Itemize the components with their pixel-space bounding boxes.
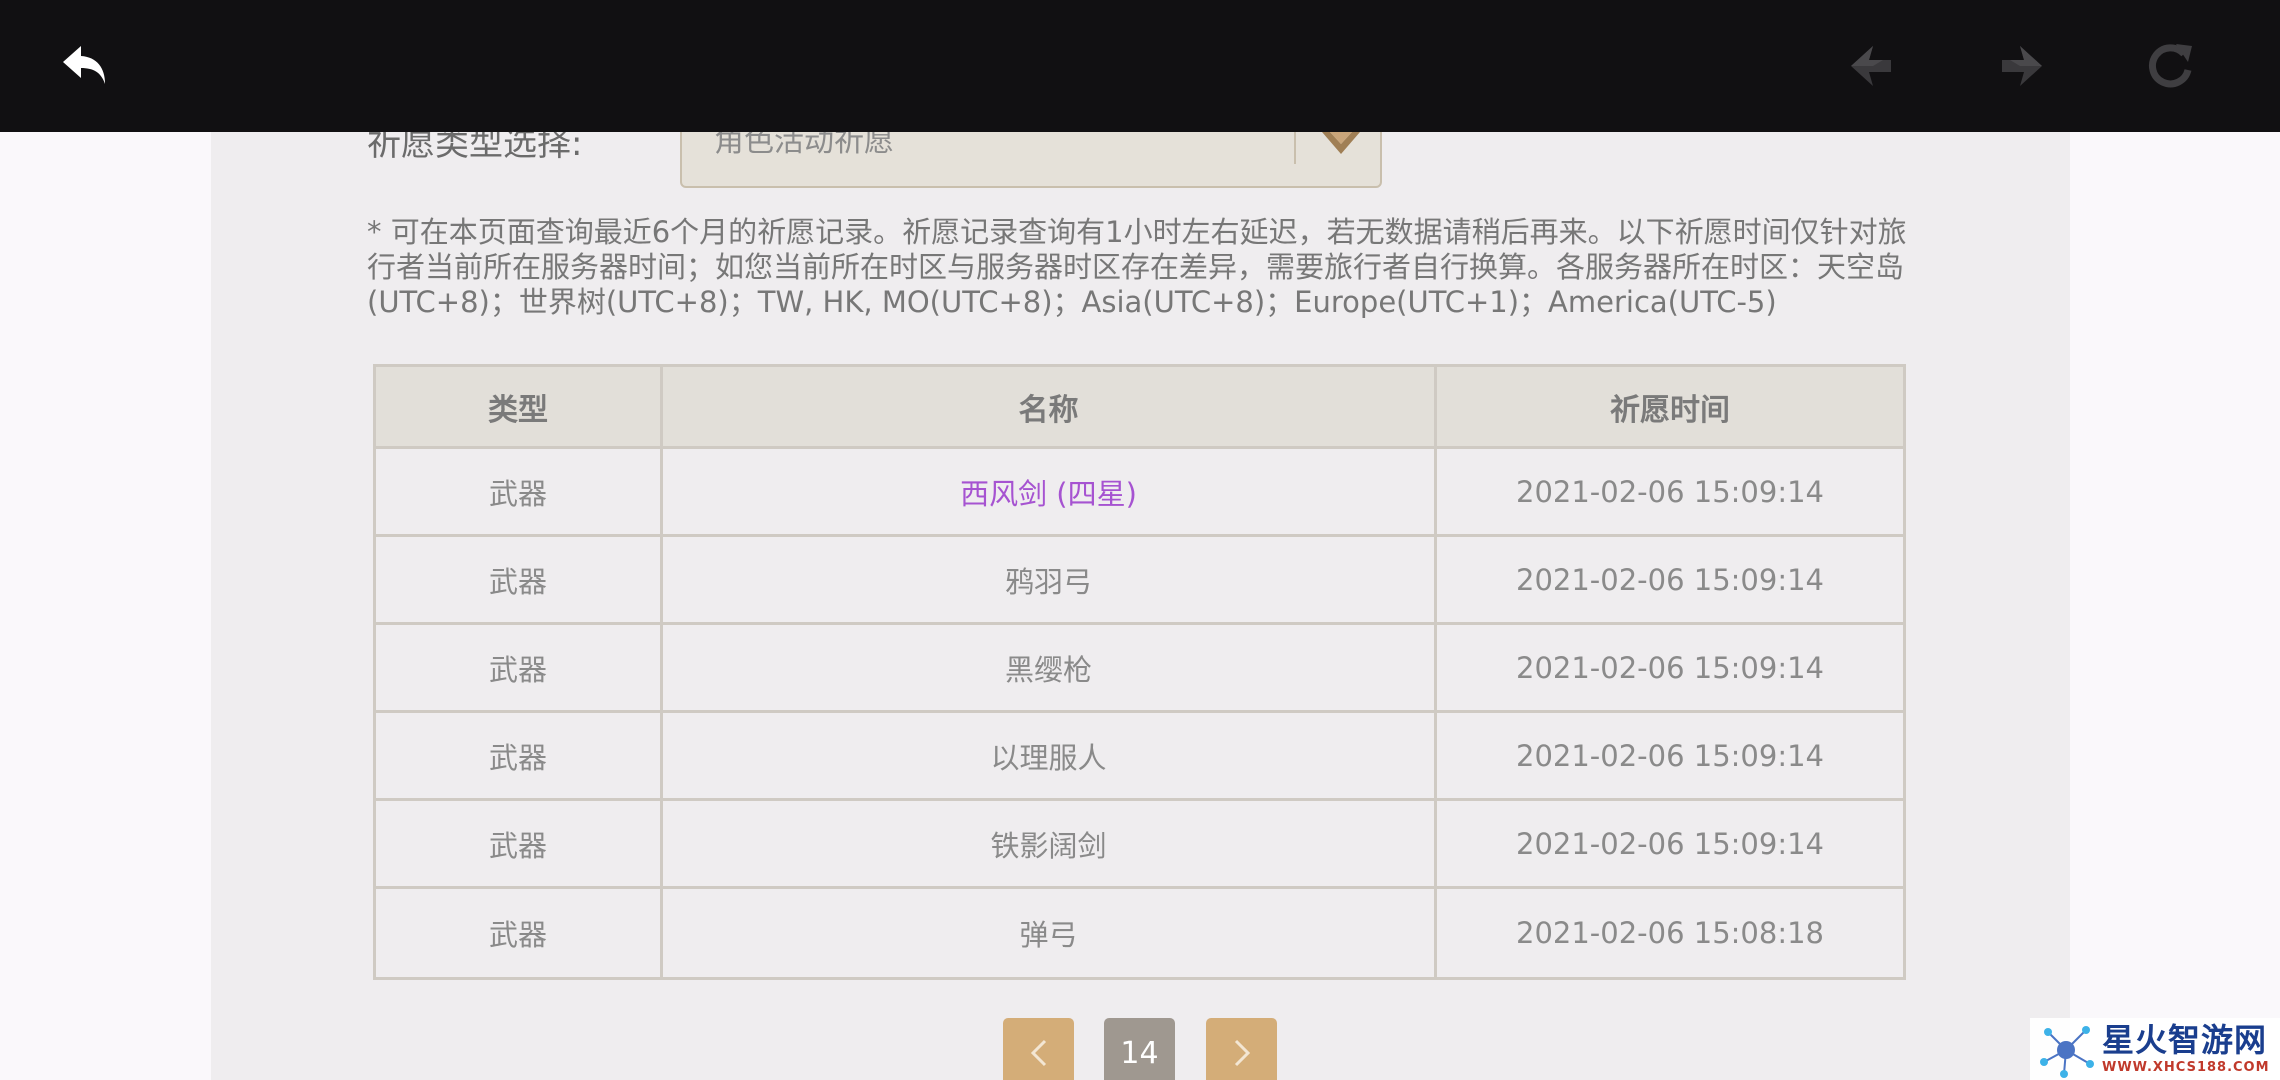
next-page-button[interactable]	[1206, 1018, 1277, 1080]
table-header-row: 类型 名称 祈愿时间	[376, 367, 1903, 449]
chevron-right-icon	[1234, 1039, 1250, 1067]
table-row: 武器 弹弓 2021-02-06 15:08:18	[376, 889, 1903, 977]
row-name: 铁影阔剑	[663, 801, 1437, 889]
chevron-left-icon	[1030, 1039, 1046, 1067]
watermark-title: 星火智游网	[2102, 1021, 2268, 1059]
row-time: 2021-02-06 15:09:14	[1437, 801, 1903, 889]
wish-history-table: 类型 名称 祈愿时间 武器 西风剑 (四星) 2021-02-06 15:09:…	[373, 364, 1906, 980]
prev-page-button[interactable]	[1003, 1018, 1074, 1080]
row-name: 以理服人	[663, 713, 1437, 801]
chevron-down-icon[interactable]	[1316, 128, 1366, 158]
back-arrow-icon[interactable]	[55, 36, 115, 96]
row-type: 武器	[376, 889, 663, 977]
top-toolbar	[0, 0, 2280, 132]
history-note: * 可在本页面查询最近6个月的祈愿记录。祈愿记录查询有1小时左右延迟，若无数据请…	[367, 215, 1907, 319]
row-time: 2021-02-06 15:08:18	[1437, 889, 1903, 977]
row-time: 2021-02-06 15:09:14	[1437, 537, 1903, 625]
screen: 祈愿类型选择: 角色活动祈愿 * 可在本页面查询最近6个月的祈愿记录。祈愿记录查…	[0, 0, 2280, 1080]
row-name: 弹弓	[663, 889, 1437, 977]
diamond-right-icon[interactable]	[1990, 36, 2050, 96]
row-name: 鸦羽弓	[663, 537, 1437, 625]
table-row: 武器 以理服人 2021-02-06 15:09:14	[376, 713, 1903, 801]
refresh-icon[interactable]	[2140, 36, 2200, 96]
row-time: 2021-02-06 15:09:14	[1437, 713, 1903, 801]
table-row: 武器 鸦羽弓 2021-02-06 15:09:14	[376, 537, 1903, 625]
row-time: 2021-02-06 15:09:14	[1437, 625, 1903, 713]
row-type: 武器	[376, 625, 663, 713]
header-type: 类型	[376, 367, 663, 449]
current-page-indicator[interactable]: 14	[1104, 1018, 1175, 1080]
row-type: 武器	[376, 537, 663, 625]
header-time: 祈愿时间	[1437, 367, 1903, 449]
row-name: 黑缨枪	[663, 625, 1437, 713]
row-type: 武器	[376, 449, 663, 537]
header-name: 名称	[663, 367, 1437, 449]
row-name: 西风剑 (四星)	[663, 449, 1437, 537]
network-logo-icon	[2040, 1026, 2094, 1078]
table-row: 武器 西风剑 (四星) 2021-02-06 15:09:14	[376, 449, 1903, 537]
table-row: 武器 黑缨枪 2021-02-06 15:09:14	[376, 625, 1903, 713]
site-watermark: 星火智游网 WWW.XHCS188.COM	[2030, 1018, 2280, 1080]
row-type: 武器	[376, 713, 663, 801]
table-row: 武器 铁影阔剑 2021-02-06 15:09:14	[376, 801, 1903, 889]
diamond-left-icon[interactable]	[1843, 36, 1903, 96]
row-type: 武器	[376, 801, 663, 889]
row-time: 2021-02-06 15:09:14	[1437, 449, 1903, 537]
watermark-url: WWW.XHCS188.COM	[2102, 1060, 2270, 1075]
